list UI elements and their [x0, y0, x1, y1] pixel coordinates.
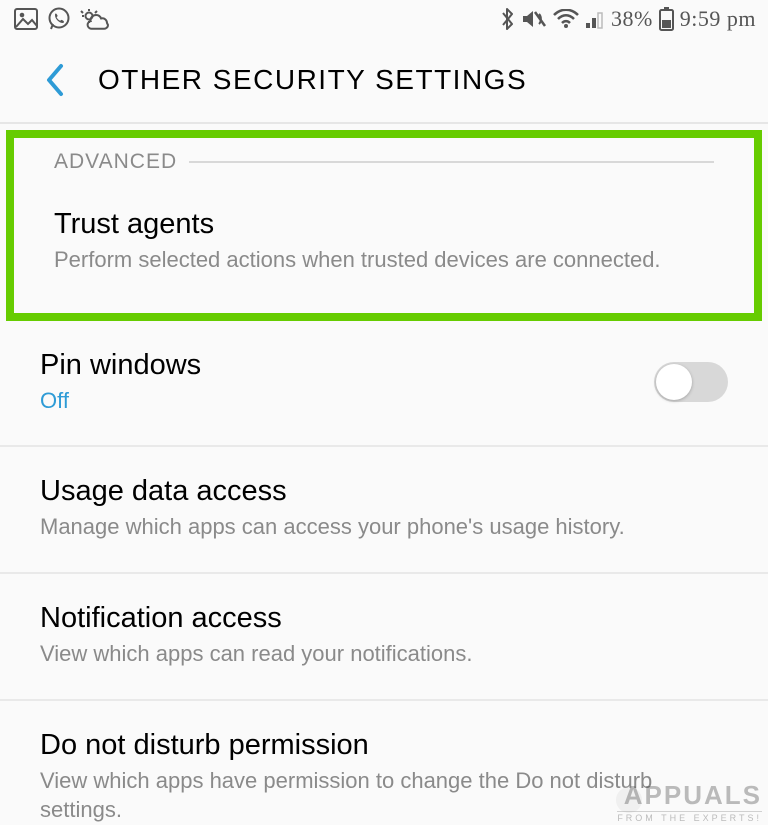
whatsapp-icon	[47, 7, 71, 31]
status-time: 9:59 pm	[680, 6, 756, 32]
row-usage-data-title: Usage data access	[40, 475, 728, 508]
row-notification-access[interactable]: Notification access View which apps can …	[0, 574, 768, 701]
section-advanced-text: ADVANCED	[54, 150, 177, 174]
mute-vibrate-icon	[521, 8, 547, 30]
highlight-annotation: ADVANCED Trust agents Perform selected a…	[6, 130, 762, 321]
row-pin-windows-state: Off	[40, 386, 634, 416]
battery-percent: 38%	[611, 6, 653, 32]
watermark: APPUALS FROM THE EXPERTS!	[617, 782, 762, 823]
row-trust-agents-title: Trust agents	[54, 208, 714, 241]
picture-icon	[14, 8, 38, 30]
row-dnd-title: Do not disturb permission	[40, 729, 728, 762]
settings-list: ADVANCED Trust agents Perform selected a…	[0, 124, 768, 825]
status-bar: 38% 9:59 pm	[0, 0, 768, 38]
row-notification-access-sub: View which apps can read your notificati…	[40, 639, 728, 669]
back-button[interactable]	[40, 60, 70, 100]
row-usage-data-sub: Manage which apps can access your phone'…	[40, 512, 728, 542]
watermark-brand: APPUALS	[624, 780, 762, 810]
battery-icon	[659, 7, 674, 31]
row-pin-windows[interactable]: Pin windows Off	[0, 321, 768, 448]
wifi-icon	[553, 9, 579, 29]
row-pin-windows-title: Pin windows	[40, 349, 634, 382]
bluetooth-icon	[500, 7, 515, 31]
weather-icon	[80, 8, 110, 30]
pin-windows-toggle[interactable]	[654, 362, 728, 402]
row-notification-access-title: Notification access	[40, 602, 728, 635]
row-trust-agents[interactable]: Trust agents Perform selected actions wh…	[14, 180, 754, 313]
section-advanced-label: ADVANCED	[14, 138, 754, 180]
page-title: OTHER SECURITY SETTINGS	[98, 64, 527, 96]
row-trust-agents-sub: Perform selected actions when trusted de…	[54, 245, 714, 275]
row-usage-data-access[interactable]: Usage data access Manage which apps can …	[0, 447, 768, 574]
chevron-left-icon	[44, 62, 66, 98]
page-header: OTHER SECURITY SETTINGS	[0, 38, 768, 124]
section-divider	[189, 161, 714, 163]
watermark-tagline: FROM THE EXPERTS!	[617, 811, 762, 823]
signal-icon	[585, 9, 605, 29]
toggle-knob	[656, 364, 692, 400]
